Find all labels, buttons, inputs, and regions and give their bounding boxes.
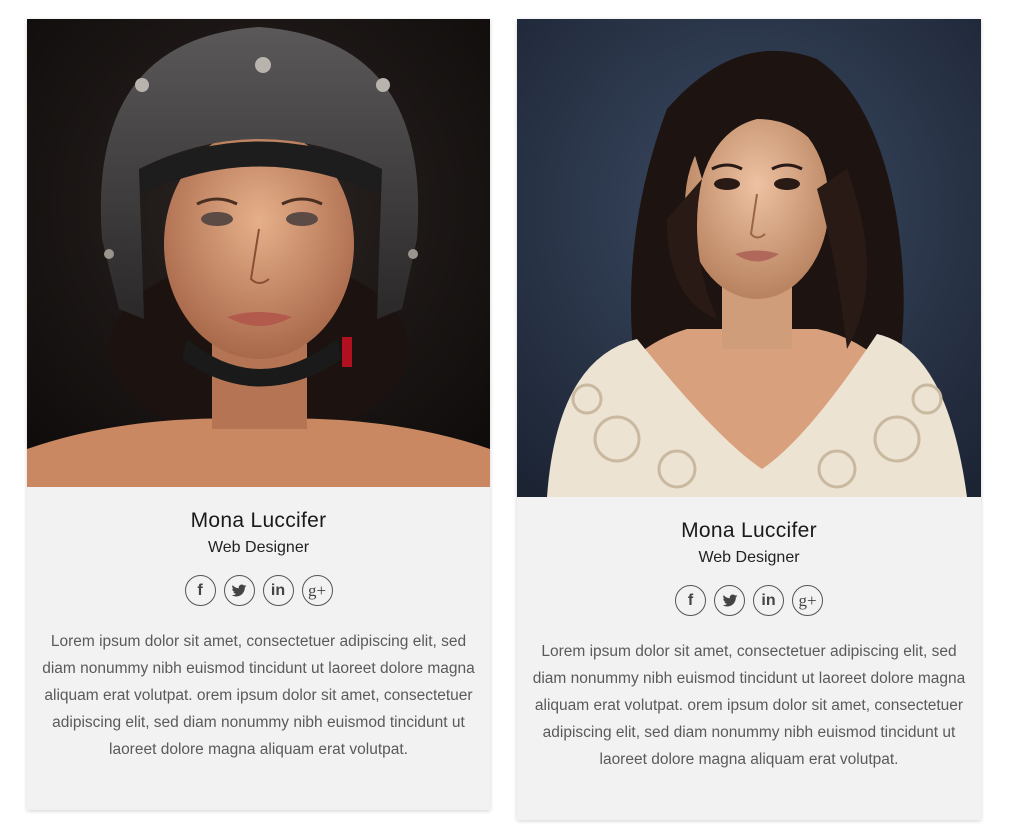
member-role: Web Designer bbox=[698, 549, 800, 566]
google-plus-icon[interactable]: g+ bbox=[301, 575, 333, 606]
twitter-bird-glyph bbox=[231, 584, 247, 596]
social-links: f in g+ bbox=[41, 575, 476, 606]
portrait-lace-top-photo bbox=[517, 19, 981, 497]
facebook-icon[interactable]: f bbox=[184, 575, 216, 606]
member-name: Mona Luccifer bbox=[681, 519, 817, 542]
twitter-bird-glyph bbox=[722, 594, 737, 606]
google-plus-glyph: g+ bbox=[307, 581, 327, 600]
portrait-helmet-photo bbox=[27, 19, 490, 487]
member-role: Web Designer bbox=[207, 539, 310, 556]
linkedin-icon[interactable]: in bbox=[753, 585, 784, 616]
team-member-card: Mona Luccifer Web Designer f in g+ Lorem… bbox=[27, 19, 490, 810]
social-links: f in g+ bbox=[531, 585, 967, 616]
facebook-glyph: f bbox=[197, 581, 203, 599]
twitter-icon[interactable] bbox=[223, 575, 255, 606]
linkedin-icon[interactable]: in bbox=[262, 575, 294, 606]
facebook-icon[interactable]: f bbox=[675, 585, 706, 616]
team-member-card: Mona Luccifer Web Designer f in g+ Lorem… bbox=[517, 19, 981, 820]
twitter-icon[interactable] bbox=[714, 585, 745, 616]
member-bio: Lorem ipsum dolor sit amet, consectetuer… bbox=[532, 643, 966, 768]
linkedin-glyph: in bbox=[270, 581, 286, 599]
linkedin-glyph: in bbox=[761, 591, 776, 609]
facebook-glyph: f bbox=[687, 591, 694, 609]
google-plus-icon[interactable]: g+ bbox=[792, 585, 823, 616]
member-name: Mona Luccifer bbox=[190, 509, 327, 532]
google-plus-glyph: g+ bbox=[798, 591, 817, 610]
member-bio: Lorem ipsum dolor sit amet, consectetuer… bbox=[42, 633, 475, 758]
team-section: Mona Luccifer Web Designer f in g+ Lorem… bbox=[0, 0, 1010, 838]
